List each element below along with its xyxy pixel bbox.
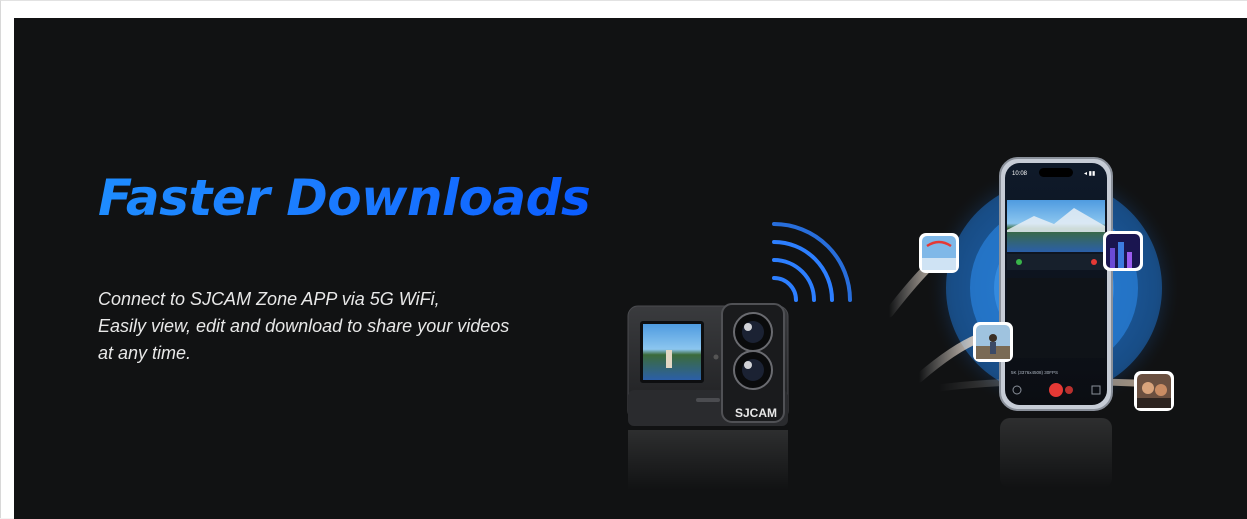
phone-status-time: 10:08 [1012,171,1028,177]
description-line-3: at any time. [98,343,192,363]
phone-resolution-readout: 5K (3376x4508) 30FPS [1011,370,1058,375]
thumbnail-hiker [973,322,1013,362]
feature-description: Connect to SJCAM Zone APP via 5G WiFi, E… [98,286,618,367]
product-illustration: SJCAM 10:08 ◂ ▮▮ 5K (3376x4508) 30FPS [627,157,1182,490]
description-line-2: Easily view, edit and download to share … [98,316,510,336]
feature-banner: Faster Downloads Connect to SJCAM Zone A… [14,18,1247,519]
page-frame: Faster Downloads Connect to SJCAM Zone A… [0,0,1247,519]
feature-headline: Faster Downloads [98,169,591,227]
thumbnail-paragliding [919,233,959,273]
thumbnail-city-night [1103,231,1143,271]
phone-status-icons: ◂ ▮▮ [1084,171,1095,177]
wifi-signal-icon [772,222,852,302]
camera-brand-label: SJCAM [735,406,777,420]
smartphone: 10:08 ◂ ▮▮ 5K (3376x4508) 30FPS [999,157,1113,488]
action-camera: SJCAM [627,303,789,490]
description-line-1: Connect to SJCAM Zone APP via 5G WiFi, [98,289,440,309]
thumbnail-friends [1134,371,1174,411]
